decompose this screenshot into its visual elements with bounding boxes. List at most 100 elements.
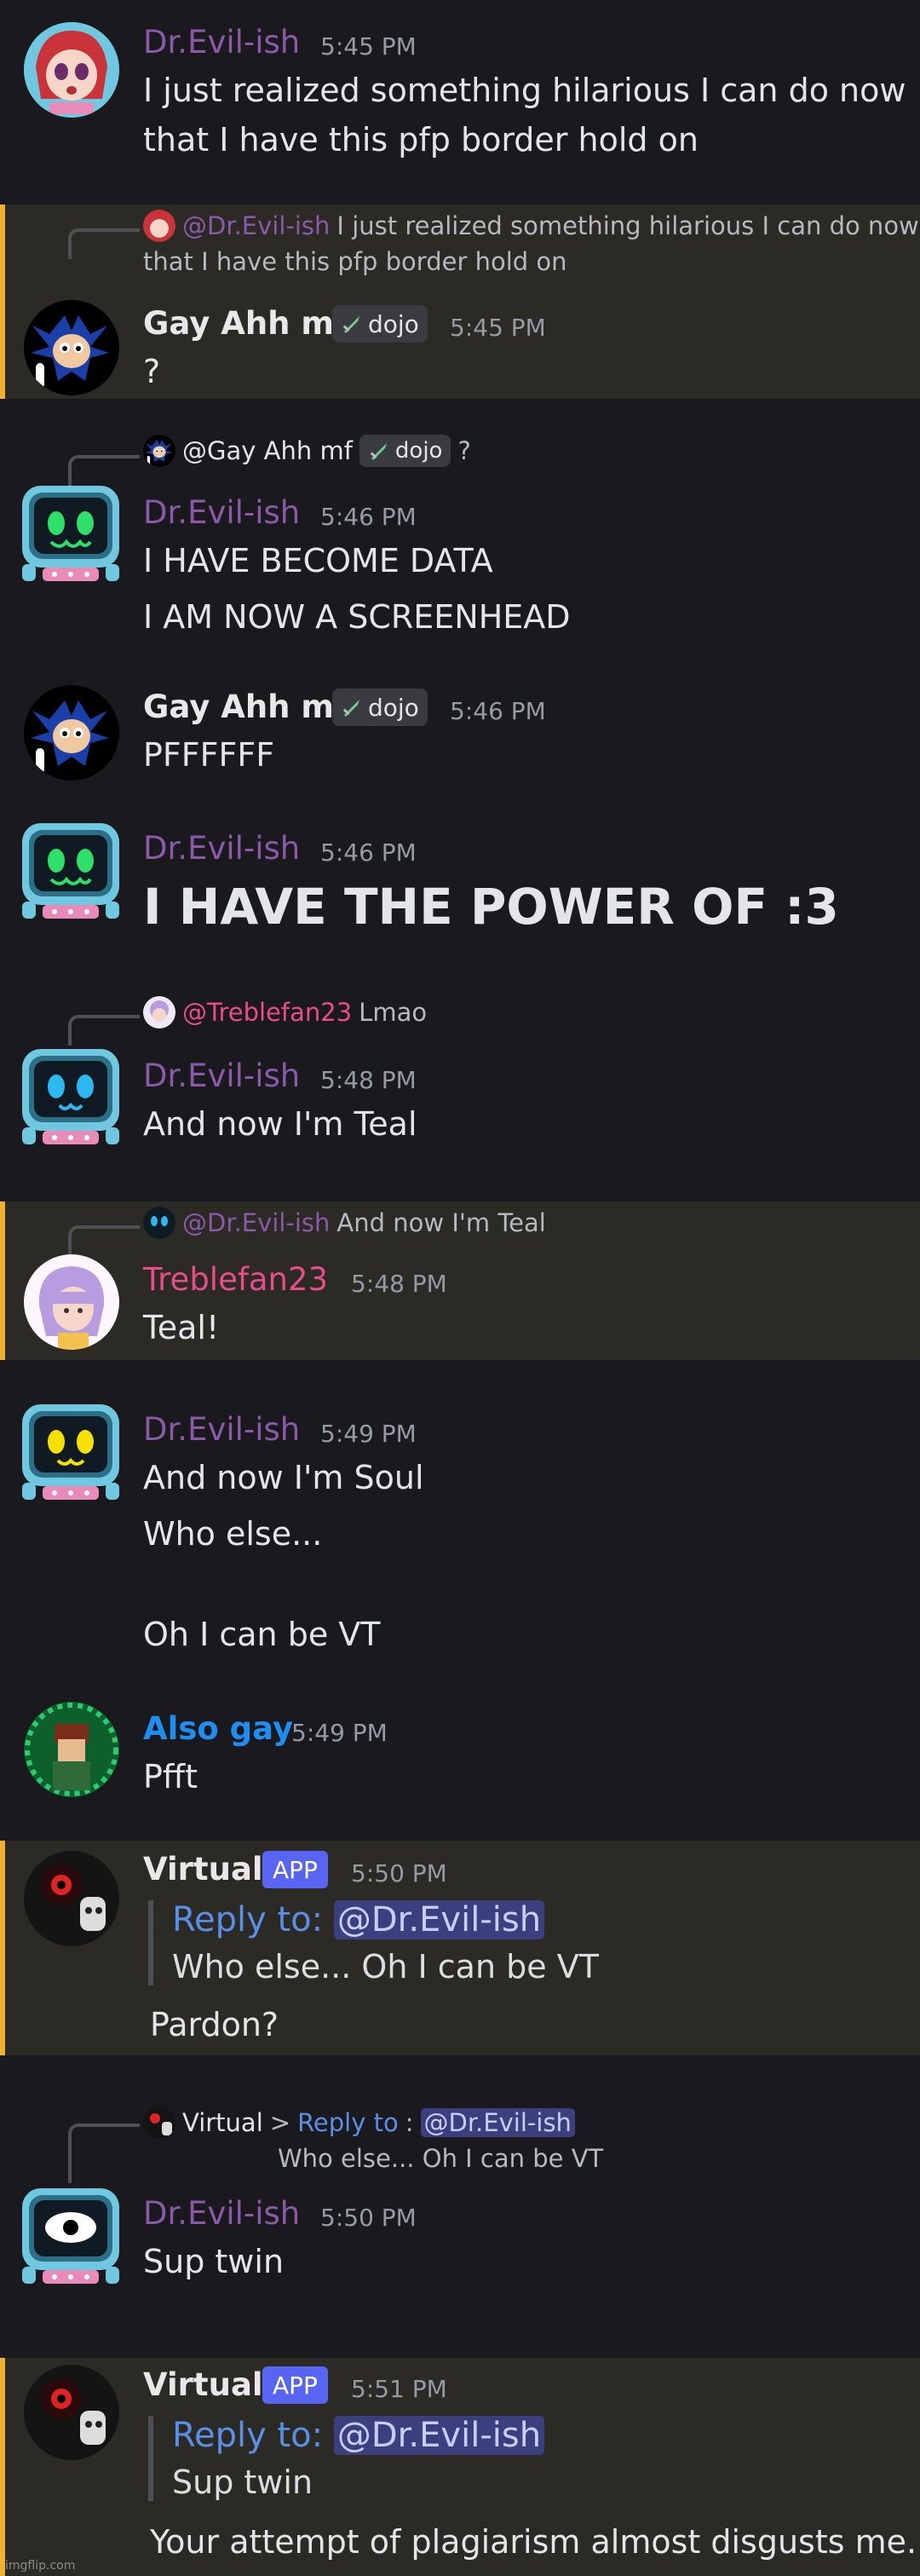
reply-preview[interactable]: Virtual > Reply to: @Dr.Evil-ish — [143, 2106, 575, 2139]
user-mention[interactable]: @Dr.Evil-ish — [333, 2416, 545, 2455]
message-line: Sup twin — [143, 2243, 285, 2280]
author-name[interactable]: Gay Ahh mf — [143, 305, 348, 342]
timestamp: 5:46 PM — [320, 503, 417, 531]
message-0: Dr.Evil-ish 5:45 PM I just realized some… — [0, 0, 920, 205]
timestamp: 5:51 PM — [351, 2375, 447, 2403]
reply-spine — [68, 455, 140, 486]
avatar-virtual[interactable] — [24, 1851, 119, 1946]
user-mention[interactable]: @Dr.Evil-ish — [420, 2108, 575, 2137]
guild-tag[interactable]: dojo — [332, 689, 428, 726]
message-line: And now I'm Teal — [143, 1105, 417, 1143]
reply-separator: > — [269, 2108, 291, 2137]
green-screenhead-icon — [17, 820, 124, 922]
author-name[interactable]: Virtual — [143, 2366, 263, 2403]
author-name[interactable]: Dr.Evil-ish — [143, 494, 300, 531]
reply-text: Who else... Oh I can be VT — [278, 2144, 604, 2173]
reply-author[interactable]: @Gay Ahh mf — [182, 436, 353, 465]
author-name[interactable]: Dr.Evil-ish — [143, 24, 300, 61]
tag-label: dojo — [368, 309, 419, 338]
reply-author[interactable]: @Dr.Evil-ish — [182, 1208, 330, 1237]
author-name[interactable]: Dr.Evil-ish — [143, 2195, 300, 2232]
message-line: that I have this pfp border hold on — [143, 121, 699, 158]
timestamp: 5:49 PM — [320, 1420, 417, 1448]
message-line: Pfft — [143, 1758, 198, 1795]
reply-preview[interactable]: @Dr.Evil-ish I just realized something h… — [143, 210, 919, 242]
avatar-dr-evil-ish[interactable] — [24, 22, 119, 118]
message-line: Pardon? — [150, 2006, 279, 2043]
purple-hair-avatar-icon — [24, 1254, 119, 1350]
avatar-dr-evil-ish[interactable] — [17, 1401, 124, 1503]
author-name[interactable]: Dr.Evil-ish — [143, 830, 300, 867]
message-line: ? — [143, 353, 161, 390]
reply-text: ? — [457, 436, 471, 465]
timestamp: 5:50 PM — [351, 1859, 447, 1887]
anime-girl-avatar-icon — [24, 22, 119, 118]
message-line: Teal! — [143, 1309, 220, 1346]
timestamp: 5:45 PM — [320, 32, 417, 61]
red-eye-robot-avatar-icon — [24, 2365, 119, 2460]
avatar-dr-evil-ish[interactable] — [17, 1046, 124, 1148]
avatar-dr-evil-ish[interactable] — [17, 482, 124, 585]
embed-quote: Reply to: @Dr.Evil-ish Who else... Oh I … — [148, 1900, 599, 1985]
avatar-gay-ahh-mf[interactable] — [24, 685, 119, 781]
sword-icon — [341, 313, 363, 335]
guild-tag[interactable]: dojo — [332, 305, 428, 343]
author-name[interactable]: Gay Ahh mf — [143, 689, 348, 725]
red-eye-robot-avatar-icon — [24, 1851, 119, 1946]
timestamp: 5:48 PM — [351, 1270, 447, 1298]
app-badge: APP — [262, 2366, 328, 2404]
message-2: @Gay Ahh mf dojo ? Dr.Evil-ish 5:46 PM I… — [0, 426, 920, 656]
timestamp: 5:48 PM — [320, 1066, 417, 1094]
reply-preview[interactable]: @Dr.Evil-ish And now I'm Teal — [143, 1207, 546, 1239]
reply-preview-line2: Who else... Oh I can be VT — [278, 2144, 603, 2173]
reply-spine — [68, 2124, 140, 2183]
guild-tag[interactable]: dojo — [359, 435, 451, 467]
reply-text: that I have this pfp border hold on — [143, 247, 567, 276]
message-line: PFFFFFF — [143, 736, 275, 774]
message-7: Dr.Evil-ish 5:49 PM And now I'm Soul Who… — [0, 1389, 920, 1670]
reply-spine — [68, 1225, 140, 1256]
message-line-big: I HAVE THE POWER OF :3 — [143, 878, 839, 936]
watermark: imgflip.com — [5, 2559, 76, 2573]
avatar-dr-evil-ish[interactable] — [17, 820, 124, 922]
avatar-also-gay[interactable] — [24, 1702, 119, 1797]
reply-text: I just realized something hilarious I ca… — [336, 211, 919, 240]
user-mention[interactable]: @Dr.Evil-ish — [333, 1900, 545, 1939]
message-line: Your attempt of plagiarism almost disgus… — [150, 2523, 920, 2561]
message-11: Virtual APP 5:51 PM Reply to: @Dr.Evil-i… — [0, 2358, 920, 2576]
quote-reply-line[interactable]: Reply to: @Dr.Evil-ish — [172, 1900, 599, 1939]
tag-label: dojo — [394, 438, 443, 464]
avatar-dr-evil-ish[interactable] — [17, 2185, 124, 2287]
embed-quote: Reply to: @Dr.Evil-ish Sup twin — [148, 2416, 545, 2501]
reply-text: Lmao — [359, 998, 428, 1027]
reply-preview[interactable]: @Gay Ahh mf dojo ? — [143, 435, 471, 467]
author-name[interactable]: Virtual — [143, 1851, 263, 1887]
blue-screenhead-icon — [17, 1046, 124, 1148]
message-line: I HAVE BECOME DATA — [143, 542, 493, 579]
avatar-gay-ahh-mf[interactable] — [24, 300, 119, 395]
sonic-avatar-icon — [24, 685, 119, 781]
author-name[interactable]: Dr.Evil-ish — [143, 1411, 300, 1448]
reply-avatar-icon — [143, 435, 175, 467]
reply-avatar-icon — [143, 210, 175, 242]
message-3: Gay Ahh mf dojo 5:46 PM PFFFFFF — [0, 673, 920, 801]
pixel-character-avatar-icon — [24, 1702, 119, 1797]
avatar-virtual[interactable] — [24, 2365, 119, 2460]
message-line: And now I'm Soul — [143, 1459, 424, 1496]
avatar-treblefan23[interactable] — [24, 1254, 119, 1350]
quote-reply-line[interactable]: Reply to: @Dr.Evil-ish — [172, 2416, 545, 2455]
reply-author[interactable]: @Treblefan23 — [182, 998, 352, 1027]
reply-author[interactable]: @Dr.Evil-ish — [182, 211, 330, 240]
reply-preview[interactable]: @Treblefan23 Lmao — [143, 996, 427, 1029]
reply-text: And now I'm Teal — [336, 1208, 546, 1237]
app-badge: APP — [262, 1851, 328, 1888]
author-name[interactable]: Also gay — [143, 1710, 293, 1747]
author-name[interactable]: Treblefan23 — [143, 1261, 328, 1298]
reply-spine — [68, 1015, 140, 1046]
reply-author[interactable]: Virtual — [182, 2108, 263, 2137]
message-10: Virtual > Reply to: @Dr.Evil-ish Who els… — [0, 2088, 920, 2309]
author-name[interactable]: Dr.Evil-ish — [143, 1057, 300, 1094]
timestamp: 5:49 PM — [291, 1719, 388, 1747]
tag-label: dojo — [368, 693, 419, 722]
message-9: Virtual APP 5:50 PM Reply to: @Dr.Evil-i… — [0, 1841, 920, 2055]
